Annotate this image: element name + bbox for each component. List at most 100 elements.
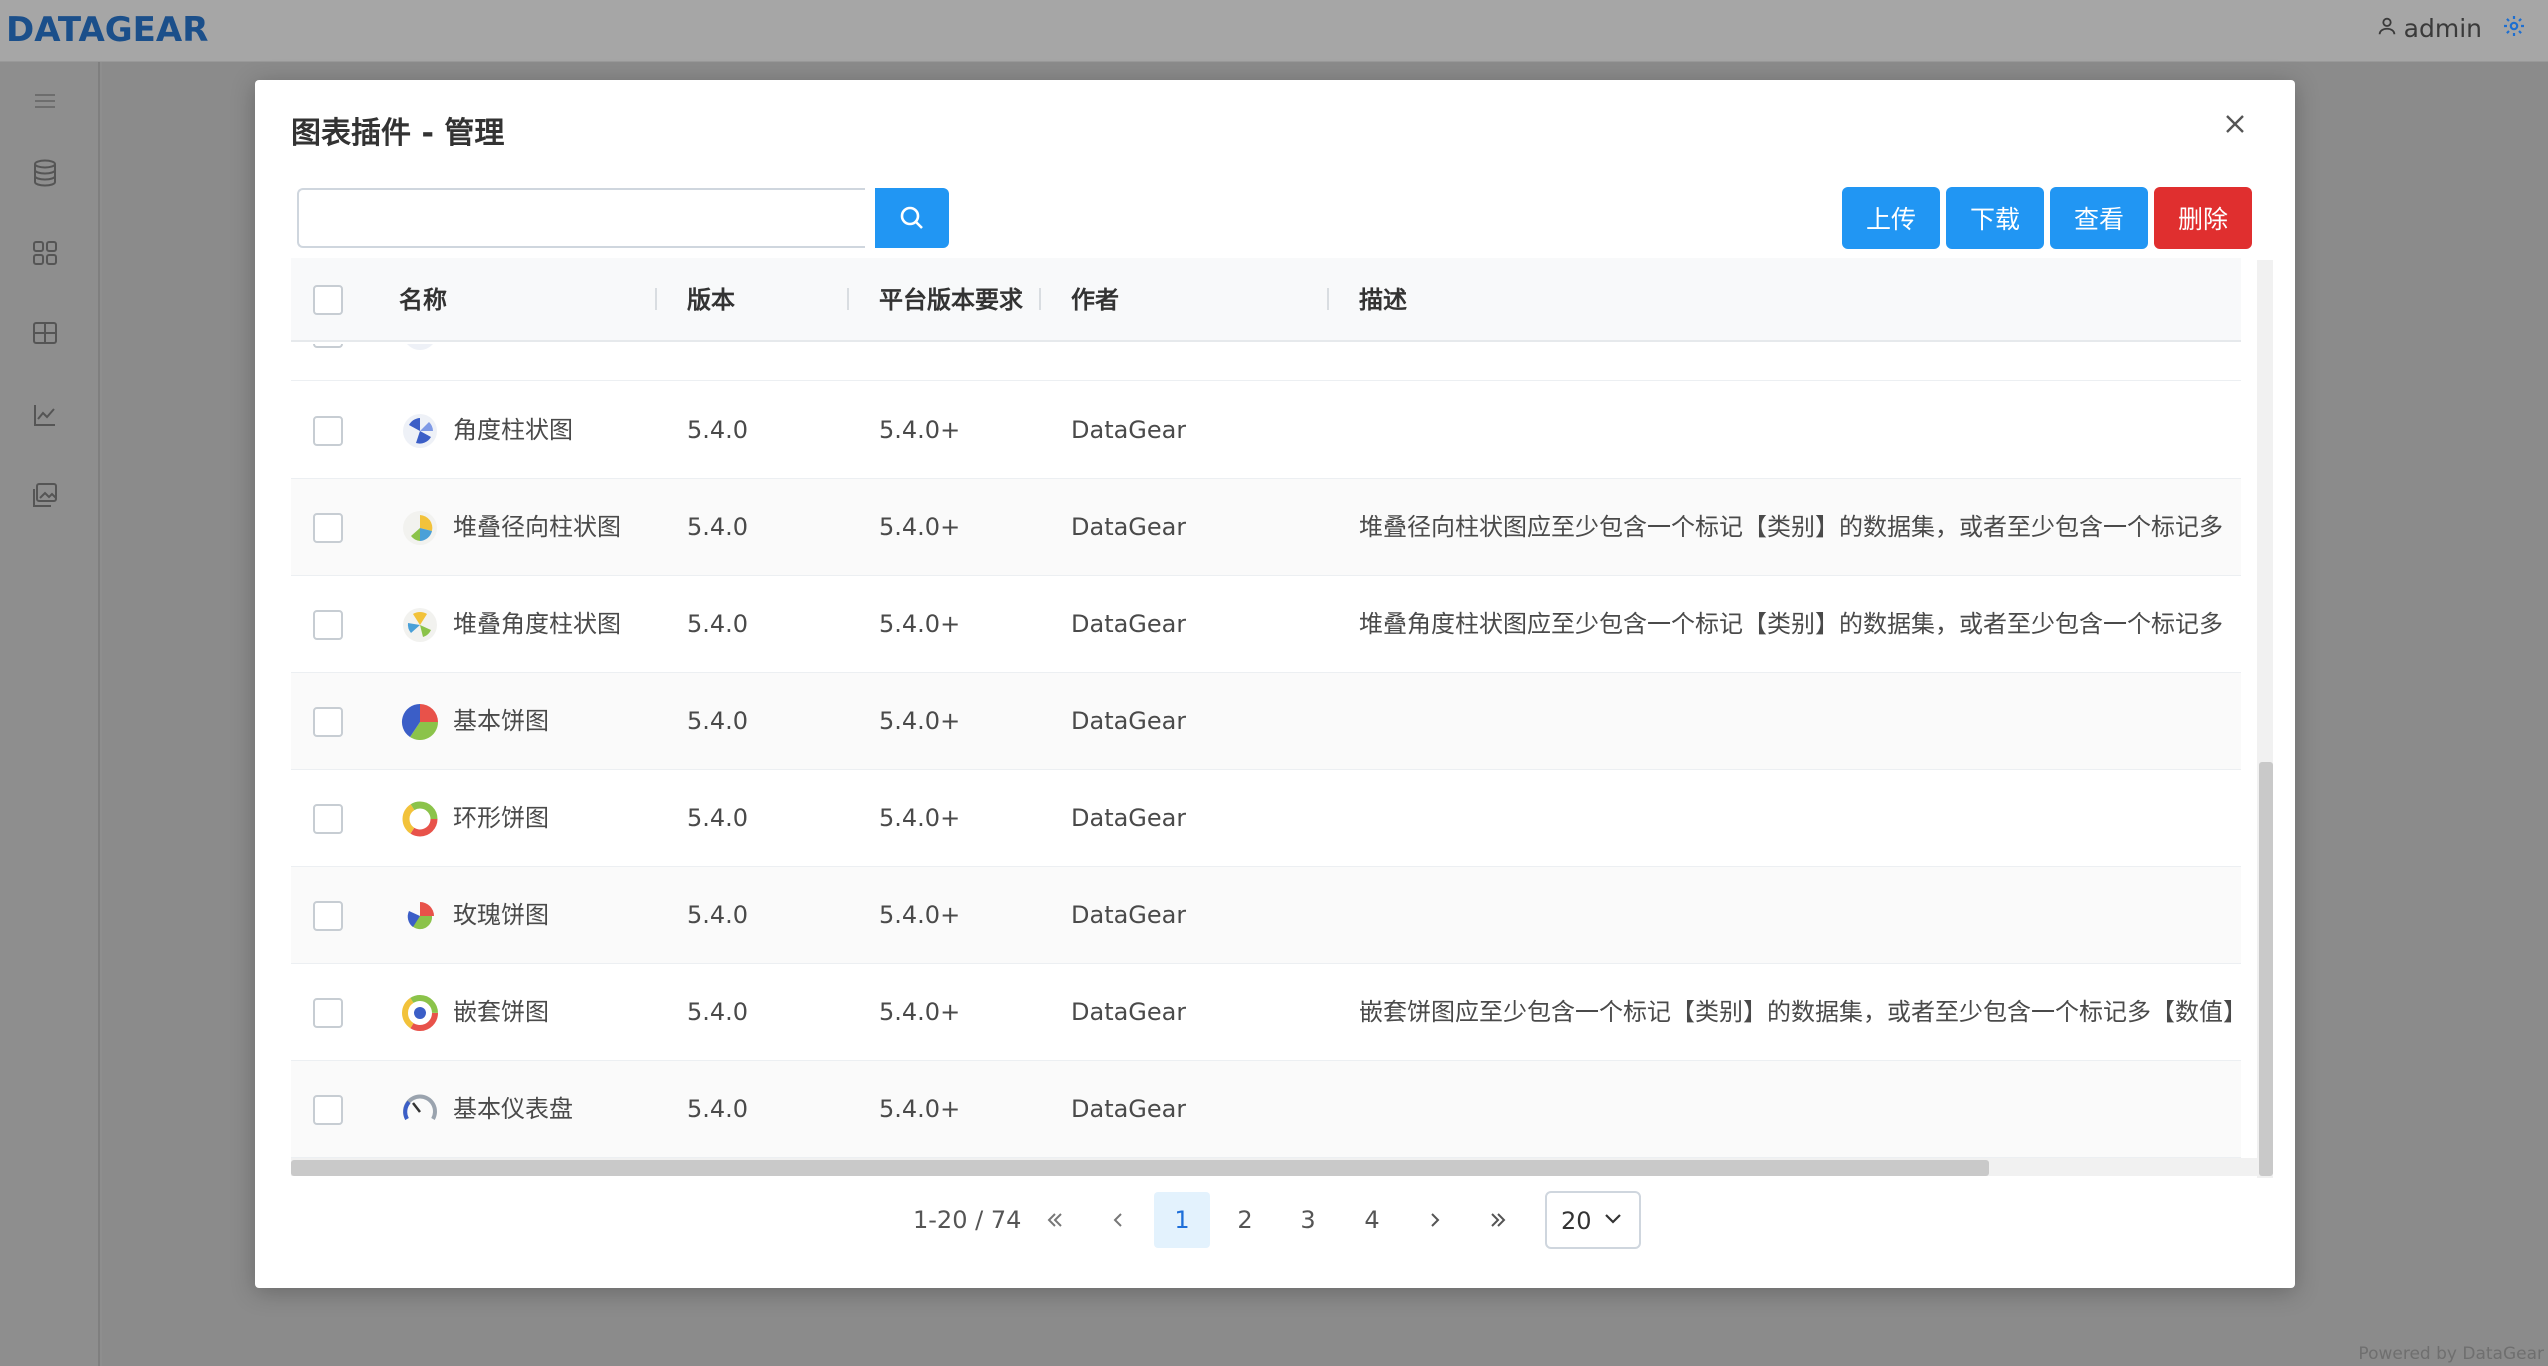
row-name: 环形饼图 — [453, 804, 549, 832]
download-button[interactable]: 下载 — [1946, 187, 2044, 249]
delete-button[interactable]: 删除 — [2154, 187, 2252, 249]
table-row[interactable]: 环形饼图 5.4.0 5.4.0+ DataGear — [291, 770, 2241, 867]
stacked-angle-bar-icon — [403, 608, 437, 642]
menu-icon[interactable] — [28, 84, 62, 118]
chevron-right-icon — [1431, 1213, 1440, 1227]
row-checkbox[interactable] — [313, 998, 343, 1028]
gear-icon[interactable] — [2502, 14, 2526, 45]
row-version: 5.4.0 — [687, 610, 749, 638]
row-checkbox[interactable] — [313, 901, 343, 931]
chart-plugin-modal: 图表插件 - 管理 上传 下载 查看 删除 名称 版本 平台版本要求 作者 描述 — [255, 80, 2295, 1288]
page-button-2[interactable]: 2 — [1217, 1192, 1273, 1248]
row-name: 基本饼图 — [453, 707, 549, 735]
row-platform: 5.4.0+ — [879, 1095, 961, 1123]
row-checkbox[interactable] — [313, 416, 343, 446]
stacked-radial-bar-icon — [403, 511, 437, 545]
table-row[interactable]: 基本饼图 5.4.0 5.4.0+ DataGear — [291, 673, 2241, 770]
row-checkbox[interactable] — [313, 1095, 343, 1125]
row-author: DataGear — [1071, 513, 1187, 541]
row-checkbox[interactable] — [313, 610, 343, 640]
column-separator[interactable] — [1327, 288, 1329, 310]
select-all-checkbox[interactable] — [313, 285, 343, 315]
table-body: 堆叠柱状图 角度柱状图 5.4.0 5.4.0+ DataGear 堆叠径向柱状… — [291, 344, 2241, 1158]
row-platform: 5.4.0+ — [879, 901, 961, 929]
row-version: 5.4.0 — [687, 707, 749, 735]
row-author: DataGear — [1071, 998, 1187, 1026]
search-button[interactable] — [875, 188, 949, 248]
table-row[interactable]: 堆叠径向柱状图 5.4.0 5.4.0+ DataGear 堆叠径向柱状图应至少… — [291, 479, 2241, 576]
gauge-icon — [403, 1094, 437, 1120]
user-name: admin — [2403, 14, 2482, 43]
row-checkbox[interactable] — [313, 344, 343, 348]
database-icon[interactable] — [28, 156, 62, 190]
column-header-desc[interactable]: 描述 — [1359, 258, 1407, 342]
chevron-left-icon — [1113, 1213, 1122, 1227]
user-menu[interactable]: admin — [2376, 14, 2482, 43]
horizontal-scrollbar-thumb[interactable] — [291, 1160, 1989, 1176]
column-header-author[interactable]: 作者 — [1071, 258, 1119, 342]
row-checkbox[interactable] — [313, 804, 343, 834]
last-page-button[interactable] — [1470, 1192, 1526, 1248]
row-checkbox[interactable] — [313, 513, 343, 543]
column-header-version[interactable]: 版本 — [687, 258, 735, 342]
column-header-platform[interactable]: 平台版本要求 — [879, 258, 1023, 342]
row-author: DataGear — [1071, 707, 1187, 735]
row-platform: 5.4.0+ — [879, 804, 961, 832]
row-version: 5.4.0 — [687, 804, 749, 832]
prev-page-button[interactable] — [1090, 1192, 1146, 1248]
row-checkbox[interactable] — [313, 707, 343, 737]
row-description: 堆叠径向柱状图应至少包含一个标记【类别】的数据集，或者至少包含一个标记多 — [1359, 513, 2223, 541]
search-icon — [900, 206, 923, 229]
row-author: DataGear — [1071, 1095, 1187, 1123]
bar-chart-icon — [407, 344, 433, 350]
double-chevron-right-icon — [1491, 1213, 1506, 1227]
chart-line-icon[interactable] — [28, 398, 62, 432]
vertical-scrollbar-thumb[interactable] — [2259, 762, 2273, 1176]
table-header: 名称 版本 平台版本要求 作者 描述 — [291, 258, 2241, 342]
sidebar — [0, 62, 100, 1366]
row-name: 堆叠柱状图 — [453, 344, 573, 381]
table-row[interactable]: 堆叠角度柱状图 5.4.0 5.4.0+ DataGear 堆叠角度柱状图应至少… — [291, 576, 2241, 673]
table-row[interactable]: 基本仪表盘 5.4.0 5.4.0+ DataGear — [291, 1061, 2241, 1158]
grid-icon[interactable] — [28, 236, 62, 270]
close-icon[interactable] — [2219, 108, 2251, 140]
table-row[interactable]: 堆叠柱状图 — [291, 344, 2241, 381]
row-platform: 5.4.0+ — [879, 707, 961, 735]
table-row[interactable]: 嵌套饼图 5.4.0 5.4.0+ DataGear 嵌套饼图应至少包含一个标记… — [291, 964, 2241, 1061]
table-row[interactable]: 玫瑰饼图 5.4.0 5.4.0+ DataGear — [291, 867, 2241, 964]
image-icon[interactable] — [28, 478, 62, 512]
row-name: 玫瑰饼图 — [453, 901, 549, 929]
row-name: 角度柱状图 — [453, 416, 573, 444]
row-version: 5.4.0 — [687, 901, 749, 929]
row-version: 5.4.0 — [687, 416, 749, 444]
upload-button[interactable]: 上传 — [1842, 187, 1940, 249]
ring-chart-icon — [402, 801, 438, 837]
table-row[interactable]: 角度柱状图 5.4.0 5.4.0+ DataGear — [291, 382, 2241, 479]
page-size-select[interactable]: 20 — [1545, 1191, 1641, 1249]
column-separator[interactable] — [1039, 288, 1041, 310]
row-author: DataGear — [1071, 901, 1187, 929]
row-name: 嵌套饼图 — [453, 998, 549, 1026]
page-button-4[interactable]: 4 — [1344, 1192, 1400, 1248]
next-page-button[interactable] — [1407, 1192, 1463, 1248]
view-button[interactable]: 查看 — [2050, 187, 2148, 249]
user-icon — [2376, 14, 2398, 43]
app-header: DATAGEAR admin — [0, 0, 2548, 62]
page-button-1[interactable]: 1 — [1154, 1192, 1210, 1248]
chevron-down-icon — [1601, 1207, 1625, 1235]
pie-chart-icon — [401, 703, 439, 741]
page-size-value: 20 — [1561, 1207, 1592, 1235]
rose-chart-icon — [407, 902, 434, 930]
row-version: 5.4.0 — [687, 513, 749, 541]
row-version: 5.4.0 — [687, 1095, 749, 1123]
row-platform: 5.4.0+ — [879, 610, 961, 638]
first-page-button[interactable] — [1027, 1192, 1083, 1248]
pager-info: 1-20 / 74 — [913, 1206, 1022, 1234]
column-separator[interactable] — [847, 288, 849, 310]
column-separator[interactable] — [655, 288, 657, 310]
search-input[interactable] — [297, 188, 865, 248]
column-header-name[interactable]: 名称 — [399, 258, 447, 342]
table-icon[interactable] — [28, 316, 62, 350]
page-button-3[interactable]: 3 — [1280, 1192, 1336, 1248]
app-logo[interactable]: DATAGEAR — [6, 10, 208, 50]
